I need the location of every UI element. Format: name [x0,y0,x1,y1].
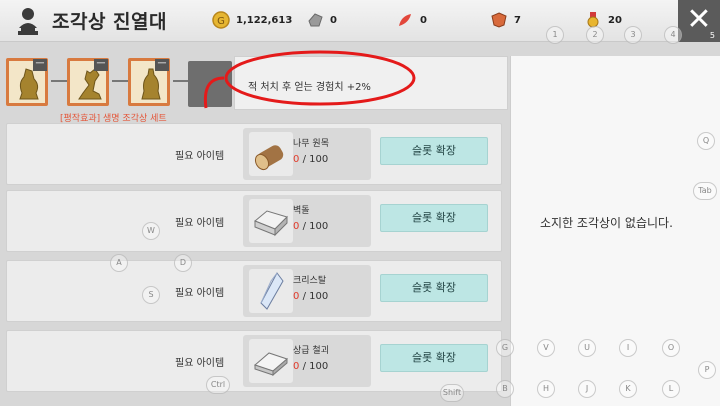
key-hint: B [496,380,514,398]
slot-expand-button[interactable]: 슬롯 확장 [380,137,488,165]
item-quantity: 0 / 100 [293,291,328,302]
key-hint: G [496,339,514,357]
key-hint: H [537,380,555,398]
item-name: 크리스탈 [293,276,327,286]
svg-text:G: G [217,16,225,27]
item-name: 나무 원목 [293,139,329,149]
silver-value: 0 [330,14,337,26]
required-item-label: 필요 아이템 [175,358,225,369]
statue-icon [19,68,39,100]
requirement-row: 필요 아이템 크리스탈 0 / 100 슬롯 확장 [6,260,502,322]
key-hint: Ctrl [206,376,230,394]
required-item-label: 필요 아이템 [175,218,225,229]
item-quantity: 0 / 100 [293,361,328,372]
iron-ingot-icon [249,339,293,383]
close-button[interactable]: ✕ 5 [678,0,720,42]
red-arrow-annotation [203,76,225,109]
key-hint: V [537,339,555,357]
key-hint: D [174,254,192,272]
key-hint: L [662,380,680,398]
required-item-label: 필요 아이템 [175,151,225,162]
slot-link [51,80,67,82]
key-hint: K [619,380,637,398]
key-hint: 3 [624,26,642,44]
item-quantity: 0 / 100 [293,221,328,232]
key-hint: Shift [440,384,464,402]
key-hint: U [578,339,596,357]
wood-log-icon [249,132,293,176]
empty-message: 소지한 조각상이 없습니다. [540,216,673,230]
medal-value: 20 [608,14,622,26]
red-feather-icon [399,14,411,26]
emblem-value: 7 [514,14,521,26]
statue-slot-3[interactable]: ㅡ [128,58,170,106]
silver-gem-icon [308,13,323,27]
statue-slot-2[interactable]: ㅡ [67,58,109,106]
key-hint: Tab [693,182,717,200]
top-bar: 조각상 진열대 G 1,122,613 0 0 7 20 ✕ 5 [0,0,720,42]
key-hint: 4 [664,26,682,44]
red-circle-annotation [224,50,416,106]
item-quantity: 0 / 100 [293,154,328,165]
page-title: 조각상 진열대 [52,11,167,33]
slot-link [112,80,128,82]
crystal-icon [249,269,293,313]
item-name: 상급 철괴 [293,346,329,356]
key-hint: S [142,286,160,304]
requirement-row: 필요 아이템 나무 원목 0 / 100 슬롯 확장 [6,123,502,185]
required-item-label: 필요 아이템 [175,288,225,299]
close-icon: ✕ [686,2,712,37]
slot-link [173,80,188,82]
key-hint: J [578,380,596,398]
gold-value: 1,122,613 [236,14,293,26]
slot-expand-button[interactable]: 슬롯 확장 [380,344,488,372]
resource-gold: G 1,122,613 [212,10,292,30]
need-count: / 100 [302,154,329,165]
shield-emblem-icon [491,12,507,28]
gold-coin-icon: G [212,11,230,29]
bust-statue-icon [18,8,38,35]
resource-silver: 0 [306,10,337,30]
close-key-hint: 5 [709,31,715,40]
item-name: 벽돌 [293,206,310,216]
need-count: / 100 [302,361,329,372]
statue-icon [78,68,102,100]
slot-expand-button[interactable]: 슬롯 확장 [380,274,488,302]
statue-icon [141,68,161,100]
key-hint: I [619,339,637,357]
feather-value: 0 [420,14,427,26]
remove-statue-button[interactable]: ㅡ [33,59,47,71]
slot-expand-button[interactable]: 슬롯 확장 [380,204,488,232]
have-count: 0 [293,361,300,372]
have-count: 0 [293,291,300,302]
key-hint: 2 [586,26,604,44]
key-hint: Q [697,132,715,150]
resource-feather: 0 [396,10,427,30]
brick-icon [249,199,293,243]
key-hint: P [698,361,716,379]
resource-emblem: 7 [490,10,521,30]
remove-statue-button[interactable]: ㅡ [94,59,108,71]
requirement-row: 필요 아이템 벽돌 0 / 100 슬롯 확장 [6,190,502,252]
key-hint: O [662,339,680,357]
key-hint: 1 [546,26,564,44]
need-count: / 100 [302,291,329,302]
key-hint: W [142,222,160,240]
have-count: 0 [293,221,300,232]
statue-slot-1[interactable]: ㅡ [6,58,48,106]
need-count: / 100 [302,221,329,232]
requirement-row: 필요 아이템 상급 철괴 0 / 100 슬롯 확장 [6,330,502,392]
have-count: 0 [293,154,300,165]
key-hint: A [110,254,128,272]
remove-statue-button[interactable]: ㅡ [155,59,169,71]
